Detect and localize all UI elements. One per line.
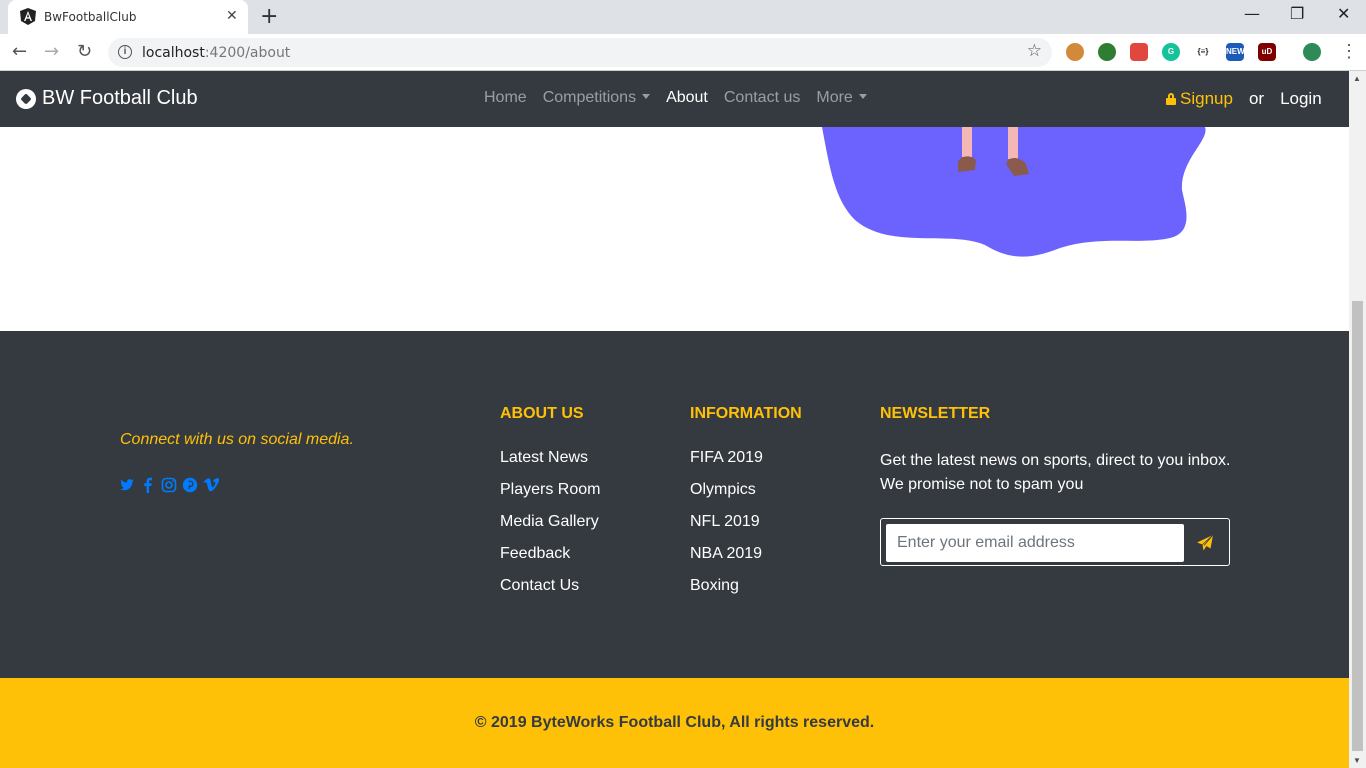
copyright-bar: © 2019 ByteWorks Football Club, All righ… bbox=[0, 678, 1349, 768]
signup-link[interactable]: Signup bbox=[1166, 89, 1233, 109]
cookie-extension-icon[interactable] bbox=[1066, 43, 1084, 61]
nav-about[interactable]: About bbox=[658, 89, 716, 107]
url-text[interactable]: localhost:4200/about bbox=[142, 45, 290, 61]
new-extension-icon[interactable]: NEW bbox=[1226, 43, 1245, 61]
footer-link[interactable]: Feedback bbox=[500, 545, 600, 577]
brand-name: BW Football Club bbox=[42, 87, 198, 109]
footer-link[interactable]: Boxing bbox=[690, 577, 763, 609]
newsletter-form bbox=[880, 518, 1230, 566]
angular-favicon-icon bbox=[20, 8, 36, 25]
back-arrow-icon[interactable]: ← bbox=[12, 41, 27, 62]
window-close-button[interactable]: ✕ bbox=[1337, 4, 1350, 23]
about-us-heading: ABOUT US bbox=[500, 405, 584, 422]
footer-link[interactable]: Contact Us bbox=[500, 577, 600, 609]
reload-icon[interactable]: ↻ bbox=[77, 41, 92, 62]
caret-down-icon bbox=[858, 94, 867, 99]
site-info-icon[interactable]: i bbox=[118, 45, 132, 59]
newsletter-heading: NEWSLETTER bbox=[880, 405, 991, 422]
json-extension-icon[interactable]: {≡} bbox=[1194, 43, 1212, 61]
lock-icon bbox=[1166, 93, 1176, 105]
information-heading: INFORMATION bbox=[690, 405, 802, 422]
footer-link[interactable]: FIFA 2019 bbox=[690, 449, 763, 481]
nav-more[interactable]: More bbox=[808, 89, 874, 107]
profile-avatar-icon[interactable] bbox=[1303, 43, 1321, 61]
footer-link[interactable]: Latest News bbox=[500, 449, 600, 481]
scroll-up-icon[interactable]: ▲ bbox=[1353, 74, 1361, 83]
login-link[interactable]: Login bbox=[1280, 89, 1322, 109]
page-scrollbar[interactable]: ▲ ▼ bbox=[1349, 71, 1366, 768]
new-tab-button[interactable]: + bbox=[260, 4, 278, 29]
tab-close-icon[interactable]: ✕ bbox=[226, 7, 238, 24]
pocket-extension-icon[interactable] bbox=[1130, 43, 1148, 61]
footer-link[interactable]: NBA 2019 bbox=[690, 545, 763, 577]
nav-home[interactable]: Home bbox=[476, 89, 535, 107]
footer-link[interactable]: Media Gallery bbox=[500, 513, 600, 545]
site-footer: Connect with us on social media. ABOUT U… bbox=[0, 331, 1349, 678]
copyright-text: © 2019 ByteWorks Football Club, All righ… bbox=[474, 714, 875, 731]
forward-arrow-icon[interactable]: → bbox=[44, 41, 59, 62]
footer-link[interactable]: NFL 2019 bbox=[690, 513, 763, 545]
football-icon bbox=[16, 88, 36, 109]
brand-logo[interactable]: BW Football Club bbox=[16, 87, 198, 110]
subscribe-button[interactable] bbox=[1186, 524, 1224, 562]
social-links bbox=[119, 477, 219, 493]
vimeo-icon[interactable] bbox=[203, 477, 219, 493]
pinterest-icon[interactable] bbox=[182, 477, 198, 493]
browser-tab[interactable]: BwFootballClub ✕ bbox=[8, 0, 248, 34]
footer-link[interactable]: Olympics bbox=[690, 481, 763, 513]
grammarly-extension-icon[interactable]: G bbox=[1162, 43, 1180, 61]
restore-button[interactable]: ❐ bbox=[1290, 4, 1304, 23]
auth-links: Signup or Login bbox=[1166, 89, 1322, 109]
address-bar[interactable]: i localhost:4200/about ☆ bbox=[108, 38, 1052, 67]
ublock-extension-icon[interactable]: uD bbox=[1258, 43, 1276, 61]
twitter-icon[interactable] bbox=[119, 477, 135, 493]
tab-title: BwFootballClub bbox=[44, 10, 137, 24]
social-tagline: Connect with us on social media. bbox=[120, 431, 354, 448]
about-us-links: Latest News Players Room Media Gallery F… bbox=[500, 449, 600, 609]
bookmark-star-icon[interactable]: ☆ bbox=[1027, 41, 1042, 61]
minimize-button[interactable]: — bbox=[1244, 4, 1260, 23]
information-links: FIFA 2019 Olympics NFL 2019 NBA 2019 Box… bbox=[690, 449, 763, 609]
main-nav: Home Competitions About Contact us More bbox=[476, 89, 875, 107]
newsletter-description: Get the latest news on sports, direct to… bbox=[880, 452, 1231, 493]
about-illustration bbox=[822, 127, 1206, 257]
nav-contact[interactable]: Contact us bbox=[716, 89, 808, 107]
instagram-icon[interactable] bbox=[161, 477, 177, 493]
browser-tab-strip: BwFootballClub ✕ + — ❐ ✕ bbox=[0, 0, 1366, 34]
scrollbar-thumb[interactable] bbox=[1352, 301, 1363, 751]
browser-toolbar: ← → ↻ i localhost:4200/about ☆ G {≡} NEW uD… bbox=[0, 34, 1366, 71]
site-navbar: BW Football Club Home Competitions About… bbox=[0, 71, 1349, 127]
nav-competitions[interactable]: Competitions bbox=[535, 89, 658, 107]
or-text: or bbox=[1248, 89, 1265, 108]
footer-link[interactable]: Players Room bbox=[500, 481, 600, 513]
paper-plane-icon bbox=[1197, 534, 1214, 550]
globe-extension-icon[interactable] bbox=[1098, 43, 1116, 61]
email-field[interactable] bbox=[886, 524, 1184, 562]
browser-menu-icon[interactable]: ⋮ bbox=[1340, 41, 1358, 62]
facebook-icon[interactable] bbox=[140, 477, 156, 493]
scroll-down-icon[interactable]: ▼ bbox=[1353, 756, 1361, 765]
caret-down-icon bbox=[642, 94, 651, 99]
